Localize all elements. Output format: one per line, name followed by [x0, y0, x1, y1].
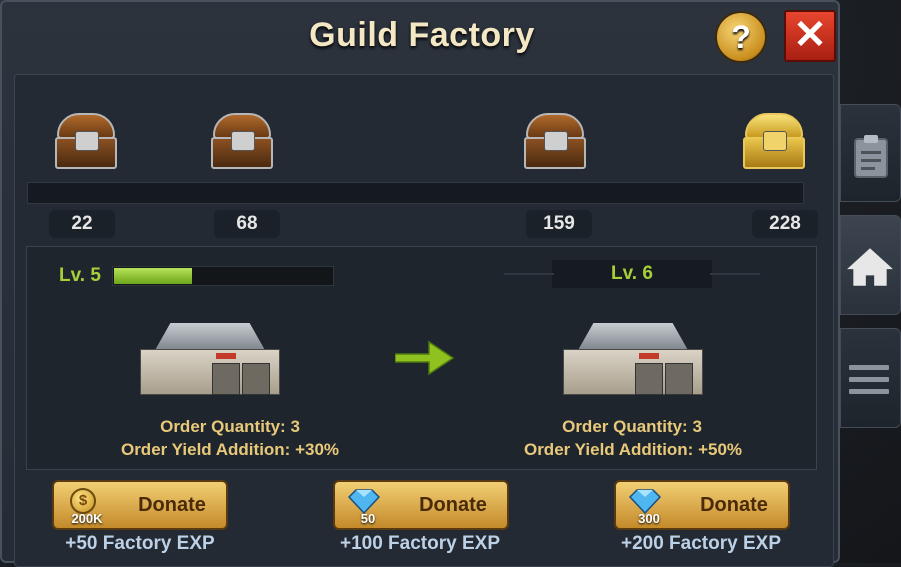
donate-cost: 300 [638, 511, 660, 526]
donate-label: Donate [700, 494, 768, 516]
milestone-progress-bar [27, 182, 804, 204]
donate-cost: 50 [360, 511, 376, 526]
bronze-chest-icon[interactable] [209, 113, 275, 171]
donate-exp-reward: +200 Factory EXP [620, 533, 781, 554]
donate-label: Donate [419, 494, 487, 516]
next-level: Lv. 6 [611, 263, 653, 284]
next-level-tag: Lv. 6 [504, 260, 760, 288]
clipboard-icon [854, 135, 888, 178]
diamond-icon: 50 [341, 486, 395, 526]
donate-diamond-300-button[interactable]: 300 Donate [614, 480, 790, 530]
factory-current-icon [130, 315, 290, 405]
close-button[interactable]: ✕ [784, 10, 836, 62]
milestone-value: 68 [214, 210, 280, 238]
current-order-quantity: Order Quantity: 3 [160, 417, 300, 436]
donate-label: Donate [138, 494, 206, 516]
help-button[interactable]: ? [715, 11, 767, 63]
level-exp-bar [112, 266, 334, 286]
bronze-chest-icon[interactable] [522, 113, 588, 171]
donate-exp-reward: +50 Factory EXP [65, 533, 215, 554]
home-icon [847, 248, 893, 286]
diamond-icon: 300 [622, 486, 676, 526]
donate-gold-button[interactable]: $200K Donate [52, 480, 228, 530]
bronze-chest-icon[interactable] [53, 113, 119, 171]
next-order-quantity: Order Quantity: 3 [562, 417, 702, 436]
next-yield-addition: Order Yield Addition: +50% [523, 440, 743, 459]
donate-exp-reward: +100 Factory EXP [339, 533, 500, 554]
menu-icon [849, 365, 889, 394]
factory-next-icon [553, 315, 713, 405]
current-yield-addition: Order Yield Addition: +30% [120, 440, 340, 459]
milestone-value: 228 [752, 210, 818, 238]
gold-coin-icon: $200K [60, 486, 114, 526]
arrow-right-icon [395, 340, 455, 376]
tab-menu[interactable] [840, 328, 901, 428]
current-level: Lv. 5 [59, 265, 101, 286]
donate-diamond-50-button[interactable]: 50 Donate [333, 480, 509, 530]
tab-home[interactable] [840, 215, 901, 315]
milestone-value: 159 [526, 210, 592, 238]
side-nav [840, 0, 901, 563]
gold-chest-icon[interactable] [741, 113, 807, 171]
tab-clipboard[interactable] [840, 104, 901, 202]
header: Guild Factory ? ✕ [2, 2, 842, 74]
donate-cost: 200K [71, 511, 103, 526]
milestone-value: 22 [49, 210, 115, 238]
